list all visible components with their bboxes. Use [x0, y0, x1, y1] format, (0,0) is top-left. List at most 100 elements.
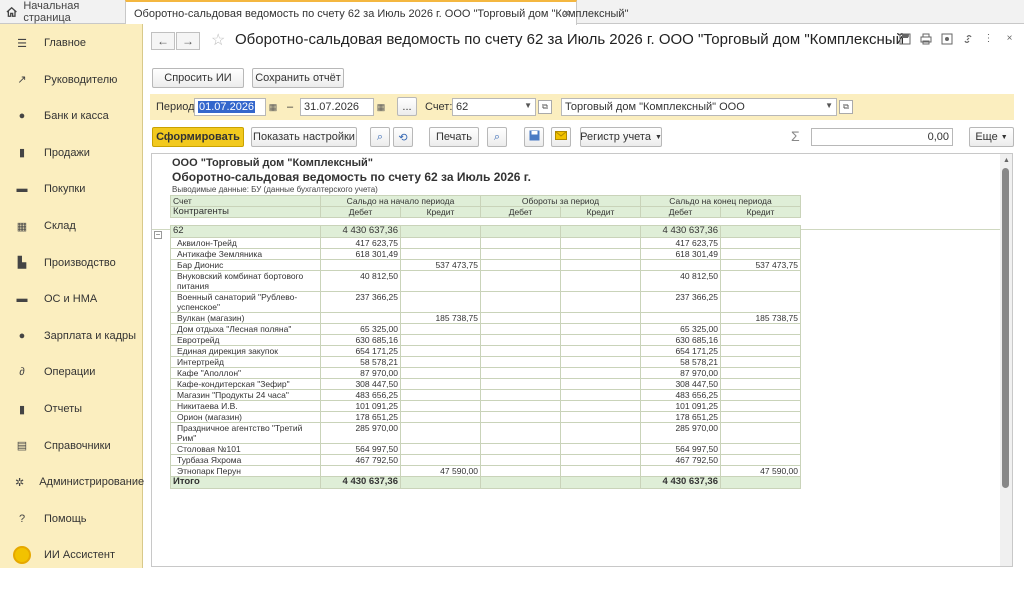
vertical-scrollbar[interactable]: ▲ [1000, 154, 1012, 566]
scroll-up-icon[interactable]: ▲ [1003, 157, 1010, 164]
table-row[interactable]: Антикафе Земляника 618 301,49 618 301,49 [170, 248, 801, 260]
save-disk-icon[interactable] [898, 32, 911, 45]
account-input[interactable]: 62 ▼ [452, 98, 536, 116]
date-to-input[interactable]: 31.07.2026 [300, 98, 374, 116]
amount-cell [720, 323, 801, 335]
save-report-button[interactable]: Сохранить отчёт [252, 68, 344, 88]
open-account-icon[interactable]: ⧉ [538, 100, 552, 114]
favorite-star-icon[interactable]: ☆ [211, 30, 225, 50]
amount-cell [720, 422, 801, 444]
counterparty-cell: Бар Дионис [170, 259, 321, 271]
amount-cell: 4 430 637,36 [640, 225, 721, 238]
table-row[interactable]: Магазин "Продукты 24 часа" 483 656,25 483 … [170, 389, 801, 401]
forward-button[interactable]: → [176, 32, 200, 50]
sidebar-item[interactable]: ∂ Операции [0, 355, 143, 389]
header-credit: Кредит [720, 206, 801, 218]
table-row[interactable]: Внуковский комбинат бортового питания 40 … [170, 270, 801, 292]
preview-icon[interactable] [940, 32, 953, 45]
search-refresh-button[interactable]: ⟲ [393, 127, 413, 147]
chevron-down-icon[interactable]: ▼ [825, 101, 833, 110]
back-button[interactable]: ← [151, 32, 175, 50]
sidebar-item[interactable]: ✲ Администрирование [0, 465, 144, 499]
sidebar-item[interactable]: ● Банк и касса [0, 99, 143, 133]
sidebar-item[interactable]: ▮ Продажи [0, 136, 143, 170]
table-row[interactable]: Военный санаторий "Рублево-успенское" 237… [170, 291, 801, 313]
print-button[interactable]: Печать [429, 127, 479, 147]
collapse-group-icon[interactable]: − [154, 231, 162, 239]
sidebar-item[interactable]: ? Помощь [0, 502, 143, 536]
amount-cell [560, 389, 641, 401]
amount-cell [480, 225, 561, 238]
counterparty-cell: Орион (магазин) [170, 411, 321, 423]
amount-cell [480, 356, 561, 368]
amount-cell [560, 334, 641, 346]
sidebar-item[interactable]: ▬ ОС и НМА [0, 282, 143, 316]
table-row[interactable]: Интертрейд 58 578,21 58 578,21 [170, 356, 801, 368]
sidebar-item[interactable]: ● Зарплата и кадры [0, 319, 143, 353]
sidebar-item[interactable]: ▮ Отчеты [0, 392, 143, 426]
amount-cell [560, 270, 641, 292]
home-icon [6, 6, 17, 17]
sidebar-item[interactable]: ☰ Главное [0, 26, 143, 60]
close-icon[interactable]: × [1003, 32, 1016, 45]
table-row[interactable]: Евротрейд 630 685,16 630 685,16 [170, 334, 801, 346]
sum-field: 0,00 [811, 128, 953, 146]
generate-button[interactable]: Сформировать [152, 127, 244, 147]
tab-close-icon[interactable]: × [563, 6, 570, 20]
report-sheet[interactable]: ООО "Торговый дом "Комплексный" Оборотно… [151, 153, 1013, 567]
table-row[interactable]: Единая дирекция закупок 654 171,25 654 171… [170, 345, 801, 357]
table-row[interactable]: Дом отдыха "Лесная поляна" 65 325,00 65 32… [170, 323, 801, 335]
page-title: Оборотно-сальдовая ведомость по счету 62… [235, 31, 910, 48]
tab-report[interactable]: Оборотно-сальдовая ведомость по счету 62… [125, 0, 628, 25]
chevron-down-icon[interactable]: ▼ [524, 101, 532, 110]
email-button[interactable] [551, 127, 571, 147]
sidebar-item[interactable]: ↗ Руководителю [0, 63, 143, 97]
period-select-button[interactable]: ... [397, 97, 417, 116]
calendar-to-icon[interactable]: ▦ [374, 100, 388, 114]
amount-cell [560, 225, 641, 238]
ask-ai-button[interactable]: Спросить ИИ [152, 68, 244, 88]
table-row[interactable]: Кафе-кондитерская "Зефир" 308 447,50 308 4… [170, 378, 801, 390]
amount-cell [480, 476, 561, 489]
sidebar-item[interactable]: ▙ Производство [0, 246, 143, 280]
table-row[interactable]: Этнопарк Перун 47 590,00 47 590,00 [170, 465, 801, 477]
registry-dropdown[interactable]: Регистр учета ▼ [580, 127, 662, 147]
scrollbar-thumb[interactable] [1002, 168, 1009, 488]
table-row[interactable]: Бар Дионис 537 473,75 537 473,75 [170, 259, 801, 271]
amount-cell: 285 970,00 [640, 422, 721, 444]
date-from-input[interactable]: 01.07.2026 [194, 98, 266, 116]
table-row[interactable]: Праздничное агентство "Третий Рим" 285 97… [170, 422, 801, 444]
more-vertical-icon[interactable]: ⋮ [982, 32, 995, 45]
header-counterparties: Контрагенты [170, 206, 321, 218]
tab-home[interactable]: Начальная страница [0, 0, 124, 24]
calendar-from-icon[interactable]: ▦ [266, 100, 280, 114]
show-settings-button[interactable]: Показать настройки [251, 127, 357, 147]
link-icon[interactable] [961, 32, 974, 45]
preview-button[interactable]: ⌕ [487, 127, 507, 147]
sidebar-item[interactable]: ▤ Справочники [0, 429, 143, 463]
table-row[interactable]: Турбаза Яхрома 467 792,50 467 792,50 [170, 454, 801, 466]
open-organization-icon[interactable]: ⧉ [839, 100, 853, 114]
search-button[interactable]: ⌕ [370, 127, 390, 147]
save-button[interactable] [524, 127, 544, 147]
table-row[interactable]: Вулкан (магазин) 185 738,75 185 738,75 [170, 312, 801, 324]
total-row[interactable]: Итого 4 430 637,36 4 430 637,36 [170, 476, 801, 489]
amount-cell: 308 447,50 [320, 378, 401, 390]
amount-cell [560, 291, 641, 313]
table-row[interactable]: Столовая №101 564 997,50 564 997,50 [170, 443, 801, 455]
sidebar-item[interactable]: ИИ Ассистент [0, 538, 143, 572]
table-row[interactable]: Орион (магазин) 178 651,25 178 651,25 [170, 411, 801, 423]
printer-icon[interactable] [919, 32, 932, 45]
counterparty-cell: Вулкан (магазин) [170, 312, 321, 324]
amount-cell [720, 225, 801, 238]
organization-input[interactable]: Торговый дом "Комплексный" ООО ▼ [561, 98, 837, 116]
sidebar-item[interactable]: ▦ Склад [0, 209, 143, 243]
group-row[interactable]: 62 4 430 637,36 4 430 637,36 [170, 225, 801, 238]
sidebar-item[interactable]: ▬ Покупки [0, 172, 143, 206]
table-row[interactable]: Аквилон-Трейд 417 623,75 417 623,75 [170, 237, 801, 249]
table-row[interactable]: Кафе "Аполлон" 87 970,00 87 970,00 [170, 367, 801, 379]
report-organization: ООО "Торговый дом "Комплексный" [172, 157, 374, 169]
amount-cell [480, 334, 561, 346]
more-button[interactable]: Еще ▼ [969, 127, 1014, 147]
table-row[interactable]: Никитаева И.В. 101 091,25 101 091,25 [170, 400, 801, 412]
